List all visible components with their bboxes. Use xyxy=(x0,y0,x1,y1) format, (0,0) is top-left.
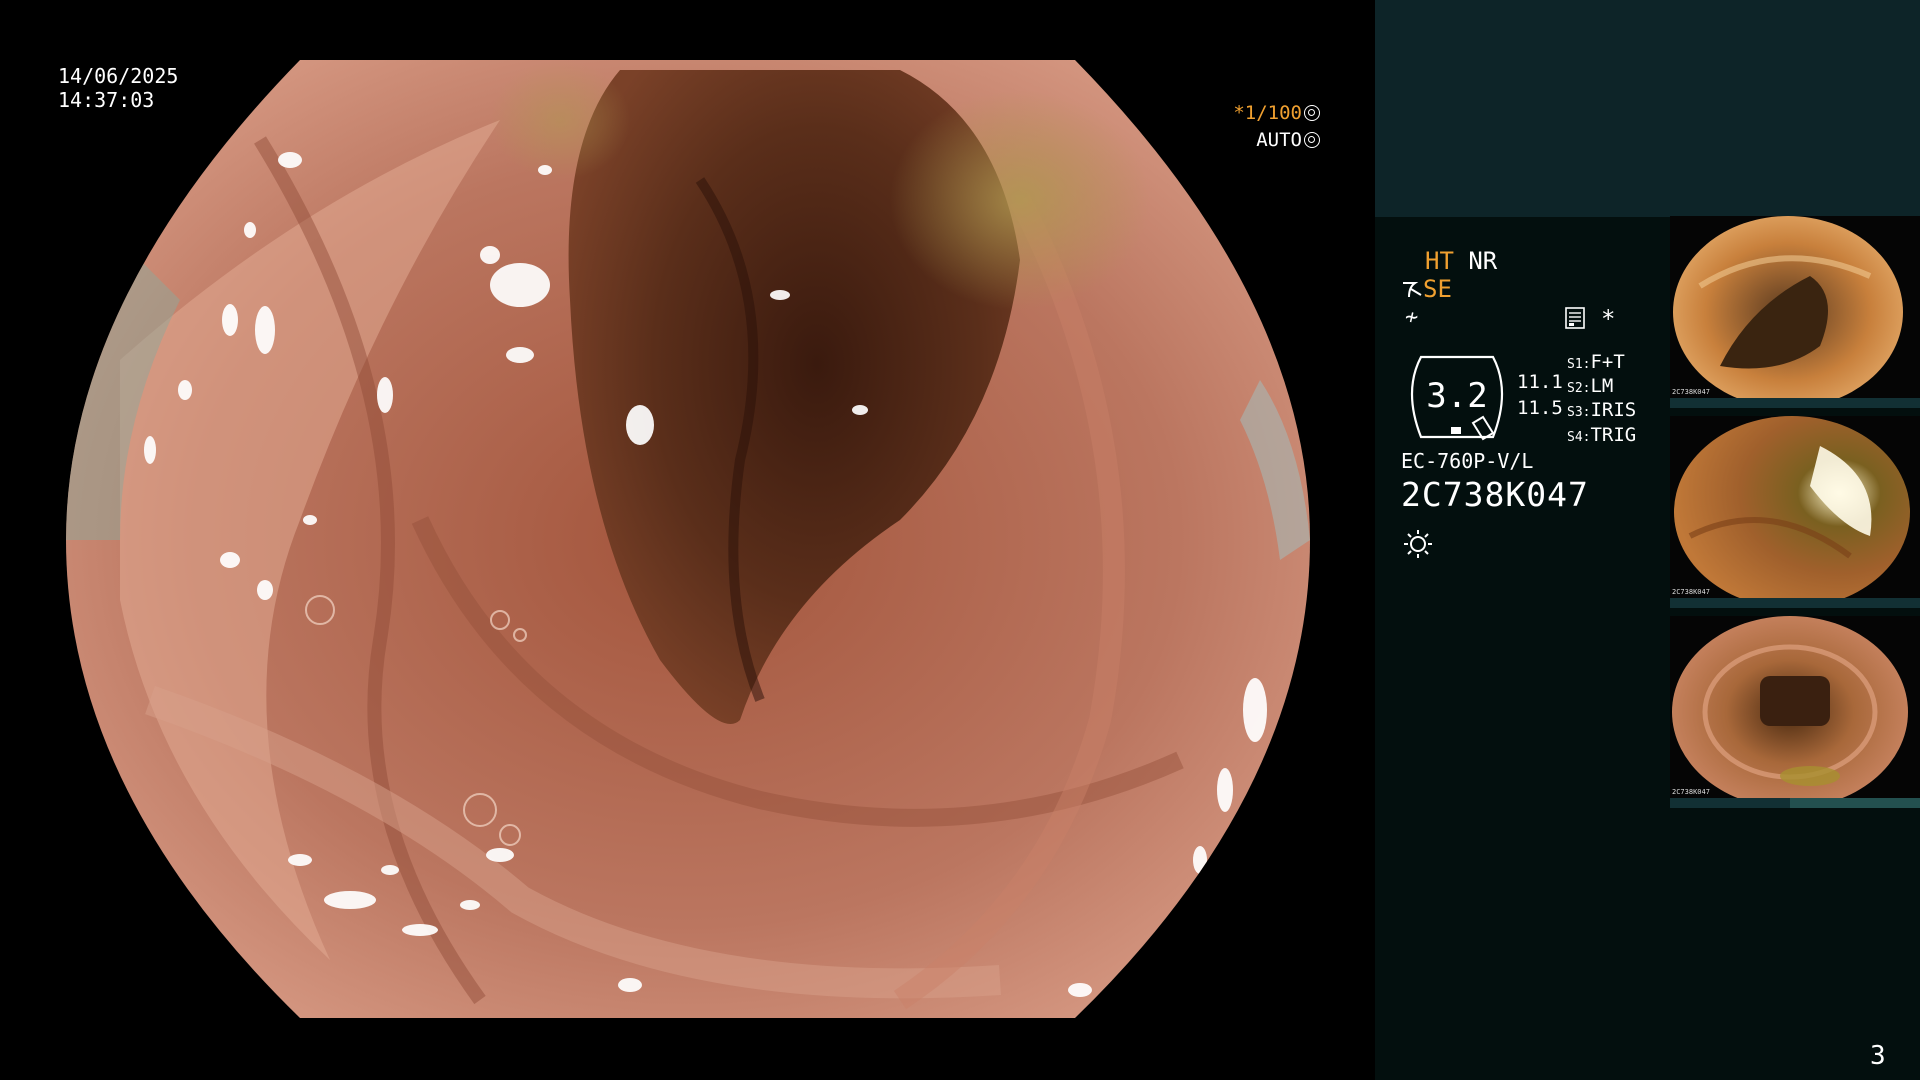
se-indicator: SE xyxy=(1423,275,1452,303)
date-time-readout: 14/06/2025 14:37:03 xyxy=(58,64,178,112)
iris-mode: AUTO xyxy=(1195,127,1320,154)
switch-key: S3 xyxy=(1567,405,1583,420)
switch-label: LM xyxy=(1590,375,1614,397)
light-source-icon xyxy=(1404,530,1432,558)
thumbnail-caption: 2C738K047 xyxy=(1672,388,1710,396)
scope-model: EC-760P-V/L xyxy=(1401,449,1534,473)
time-text: 14:37:03 xyxy=(58,88,155,112)
enhancement-icon xyxy=(1403,282,1422,298)
zoom-value: 3.2 xyxy=(1426,376,1488,416)
value-b: 11.5 xyxy=(1517,397,1563,419)
endoscopic-image xyxy=(66,60,1310,1018)
ht-indicator: HT xyxy=(1425,247,1454,275)
thumbnail-image xyxy=(1674,416,1910,608)
thumbnail-bar xyxy=(1670,598,1920,608)
star-indicator: * xyxy=(1601,305,1616,333)
iris-icon xyxy=(1304,132,1320,148)
page-number: 3 xyxy=(1870,1041,1886,1071)
switch-key: S4 xyxy=(1567,430,1583,445)
capture-thumbnail-2[interactable]: 2C738K047 xyxy=(1670,416,1920,608)
capture-thumbnail-1[interactable]: 2C738K047 xyxy=(1670,216,1920,408)
switch-label: F+T xyxy=(1590,351,1625,373)
thumbnail-caption: 2C738K047 xyxy=(1672,588,1710,596)
chroma-icon: ≁ xyxy=(1405,305,1419,330)
switch-s4: S4:TRIG xyxy=(1567,424,1637,446)
value-a: 11.1 xyxy=(1517,371,1563,393)
switch-key: S1 xyxy=(1567,357,1583,372)
shutter-value: 1/100 xyxy=(1244,102,1302,124)
switch-label: TRIG xyxy=(1590,424,1637,446)
switch-s1: S1:F+T xyxy=(1567,351,1625,373)
thumbnail-bar-highlight xyxy=(1790,798,1920,808)
exposure-readout: *1/100 AUTO xyxy=(1195,100,1320,154)
switch-s2: S2:LM xyxy=(1567,375,1614,397)
structure-enhancement: SE xyxy=(1401,275,1452,303)
shutter-prefix: * xyxy=(1233,102,1245,124)
iris-mode-text: AUTO xyxy=(1256,129,1302,151)
date-text: 14/06/2025 xyxy=(58,64,179,88)
thumbnail-caption: 2C738K047 xyxy=(1672,788,1710,796)
shutter-speed: *1/100 xyxy=(1195,100,1320,127)
switch-s3: S3:IRIS xyxy=(1567,399,1637,421)
panel-header-area xyxy=(1375,0,1920,217)
thumbnail-bar xyxy=(1670,398,1920,408)
thumbnail-image xyxy=(1673,216,1903,408)
shutter-icon xyxy=(1304,105,1320,121)
nr-indicator: NR xyxy=(1468,247,1498,275)
switch-key: S2 xyxy=(1567,381,1583,396)
capture-thumbnail-3[interactable]: 2C738K047 xyxy=(1670,616,1920,808)
scope-serial: 2C738K047 xyxy=(1401,475,1589,514)
enhancement-status: HT NR xyxy=(1425,247,1497,275)
recording-icon xyxy=(1565,307,1585,329)
switch-label: IRIS xyxy=(1590,399,1637,421)
thumbnail-image xyxy=(1672,616,1908,808)
endoscope-view: 14/06/2025 14:37:03 *1/100 AUTO xyxy=(0,0,1375,1080)
